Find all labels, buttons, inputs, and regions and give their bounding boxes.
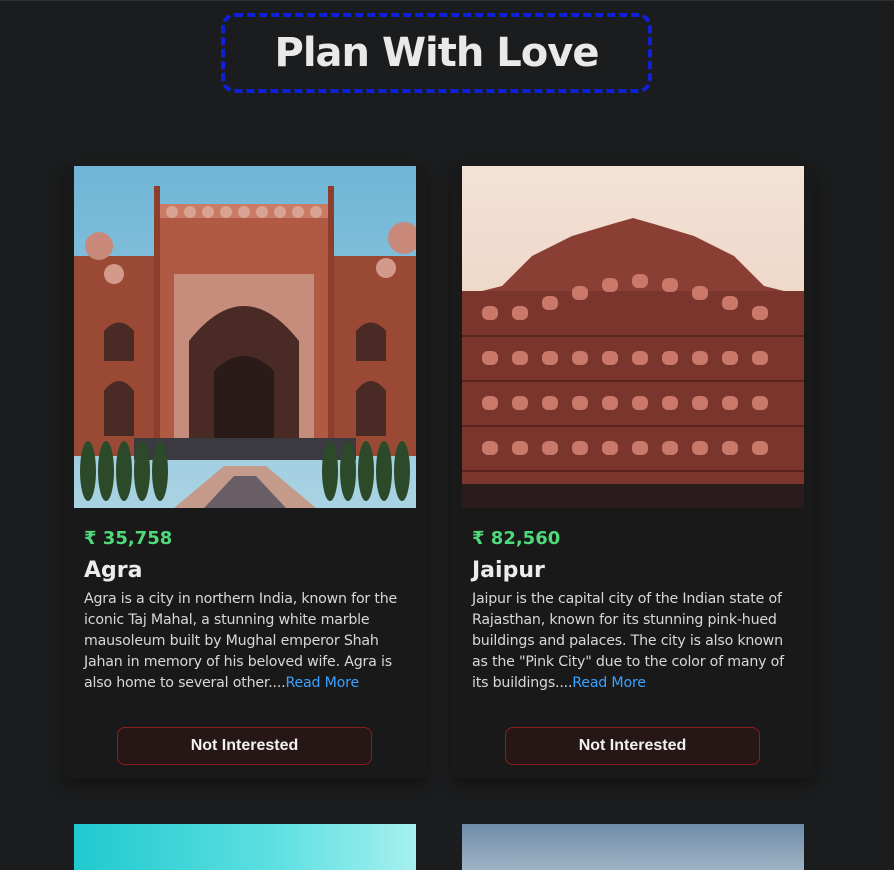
tour-price: ₹ 35,758 [84,528,173,549]
read-more-link[interactable]: Read More [285,675,359,691]
tour-card-agra: ₹ 35,758 Agra Agra is a city in northern… [64,166,426,778]
title-box: Plan With Love [221,13,652,93]
tour-image-jaipur [462,166,804,508]
tour-image-agra [74,166,416,508]
tour-image-next-1 [74,824,416,870]
tour-city: Agra [84,558,143,583]
not-interested-button[interactable]: Not Interested [117,727,372,765]
tour-description: Jaipur is the capital city of the Indian… [472,589,794,694]
page-title: Plan With Love [274,30,600,76]
tour-description: Agra is a city in northern India, known … [84,589,406,694]
not-interested-button[interactable]: Not Interested [505,727,760,765]
tour-price: ₹ 82,560 [472,528,561,549]
top-border [0,0,894,1]
read-more-link[interactable]: Read More [572,675,646,691]
tour-city: Jaipur [472,558,545,583]
tour-card-jaipur: ₹ 82,560 Jaipur Jaipur is the capital ci… [452,166,814,778]
tour-image-next-2 [462,824,804,870]
